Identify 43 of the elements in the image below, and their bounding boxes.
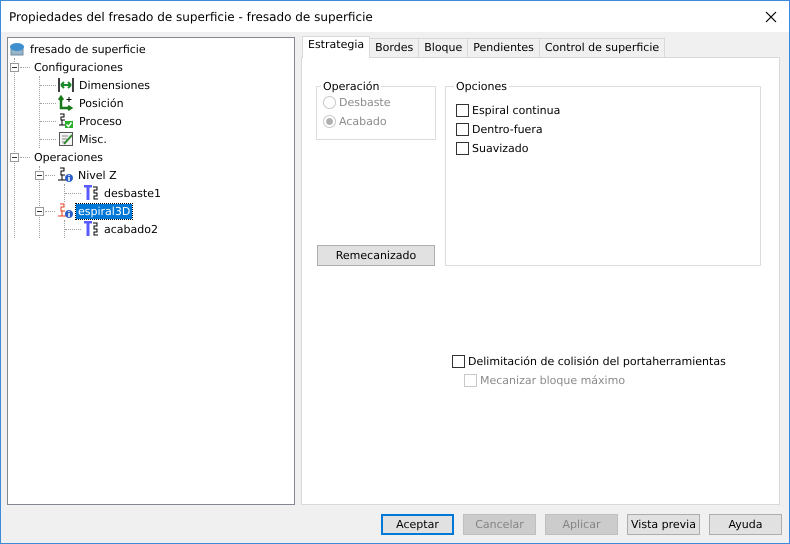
checkbox-label: Mecanizar bloque máximo bbox=[480, 374, 626, 387]
collapse-toggle[interactable] bbox=[10, 62, 19, 72]
axes-icon bbox=[58, 95, 74, 111]
checkbox[interactable] bbox=[452, 355, 465, 368]
tree-item[interactable]: desbaste1 bbox=[102, 186, 164, 200]
tree-item[interactable]: Dimensiones bbox=[77, 78, 152, 92]
process-check-icon bbox=[58, 113, 74, 129]
checkbox[interactable] bbox=[456, 123, 469, 136]
tree-item[interactable]: Operaciones bbox=[32, 150, 105, 164]
dialog-button[interactable]: Vista previa bbox=[627, 514, 700, 535]
notepad-pencil-icon bbox=[58, 131, 74, 147]
tool-icon bbox=[83, 185, 99, 201]
checkbox-label: Suavizado bbox=[472, 142, 528, 155]
checkbox-label: Dentro-fuera bbox=[472, 123, 543, 136]
tree-item[interactable]: acabado2 bbox=[102, 222, 160, 236]
checkbox[interactable] bbox=[456, 104, 469, 117]
collapse-toggle[interactable] bbox=[35, 170, 44, 180]
radio-label: Acabado bbox=[339, 115, 387, 128]
tree-item[interactable]: Misc. bbox=[77, 132, 109, 146]
window-title: Propiedades del fresado de superficie - fresado de superficie bbox=[9, 10, 373, 24]
radio-label: Desbaste bbox=[339, 96, 391, 109]
tree-item[interactable]: fresado de superficie bbox=[28, 42, 148, 56]
cloud-block-icon bbox=[9, 41, 25, 57]
dimension-icon bbox=[58, 77, 74, 93]
remachining-button[interactable]: Remecanizado bbox=[317, 245, 435, 266]
close-icon[interactable] bbox=[765, 10, 777, 22]
group-title: Opciones bbox=[455, 80, 508, 93]
tree-item[interactable]: Nivel Z bbox=[76, 168, 119, 182]
dialog-button[interactable]: Aceptar bbox=[381, 514, 454, 535]
checkbox-label: Delimitación de colisión del portaherramientas bbox=[468, 355, 726, 368]
tab[interactable]: Estrategia bbox=[302, 36, 370, 58]
tab[interactable]: Control de superficie bbox=[538, 38, 666, 57]
checkbox[interactable] bbox=[456, 142, 469, 155]
tree-item[interactable]: espiral3D bbox=[76, 204, 132, 218]
tool-icon bbox=[83, 221, 99, 237]
group-title: Operación bbox=[322, 80, 380, 93]
checkbox-label: Espiral continua bbox=[472, 104, 560, 117]
tree-item[interactable]: Proceso bbox=[77, 114, 124, 128]
tree-item[interactable]: Posición bbox=[77, 96, 126, 110]
tree-item[interactable]: Configuraciones bbox=[32, 60, 125, 74]
collapse-toggle[interactable] bbox=[35, 206, 44, 216]
collapse-toggle[interactable] bbox=[10, 152, 19, 162]
dialog-button[interactable]: Ayuda bbox=[709, 514, 782, 535]
